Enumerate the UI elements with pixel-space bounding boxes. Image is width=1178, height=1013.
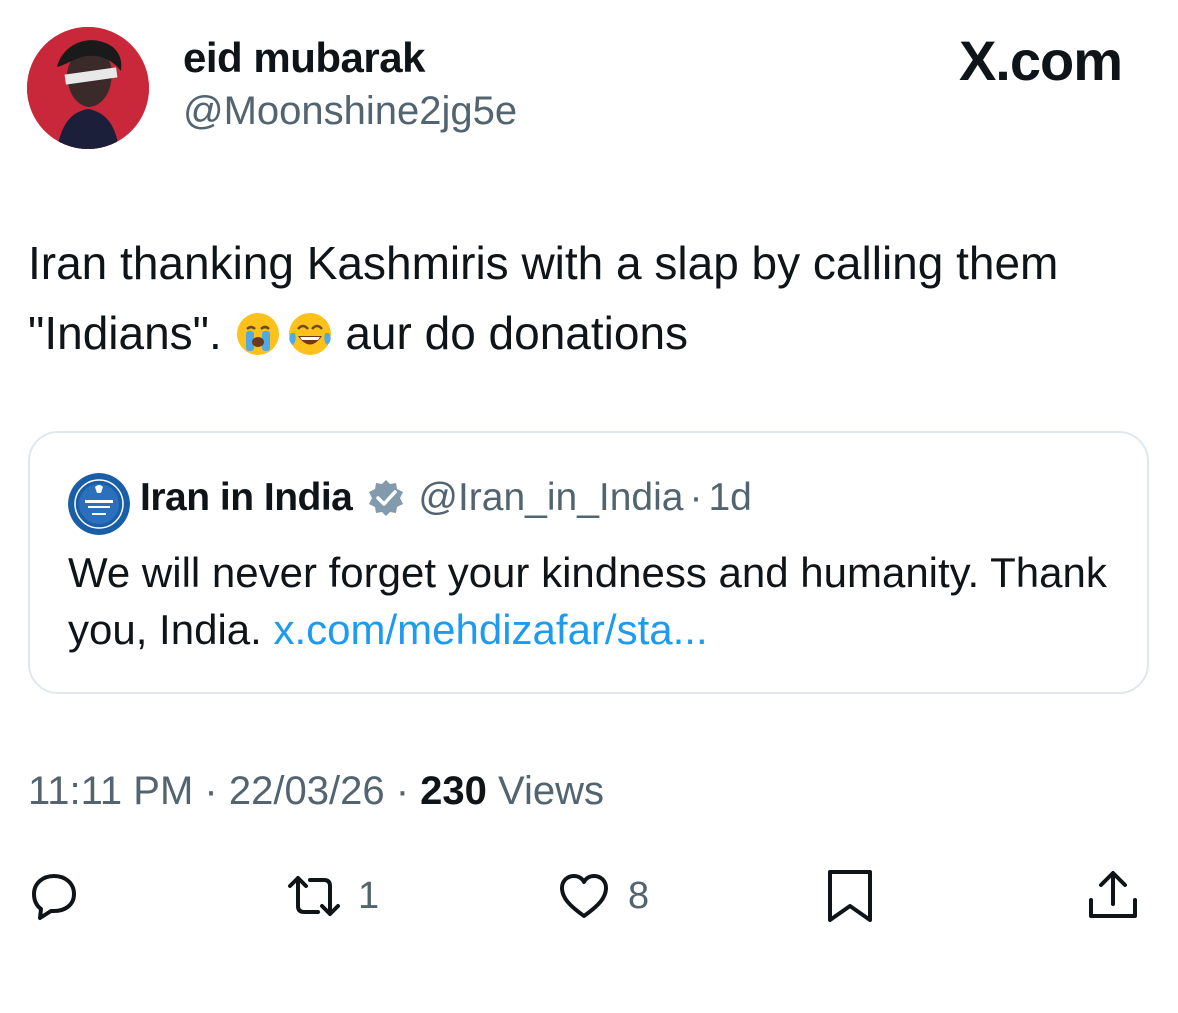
author-handle[interactable]: @Moonshine2jg5e [183,89,517,134]
views-label: Views [498,769,604,813]
quoted-link[interactable]: x.com/mehdizafar/sta... [273,606,707,653]
avatar-image [27,27,149,149]
retweet-icon [288,876,340,916]
author-avatar[interactable] [27,27,149,149]
quoted-tweet-header: Iran in India @Iran_in_India · 1d [140,476,752,520]
bookmark-button[interactable] [822,868,878,924]
quoted-author-avatar[interactable] [68,473,130,535]
bookmark-icon [828,870,872,922]
verified-badge-icon [366,478,406,518]
tweet-text-part2: aur do donations [332,307,689,359]
like-button[interactable]: 8 [556,868,649,924]
tweet-metadata: 11:11 PM · 22/03/26 · 230 Views [28,769,604,814]
meta-separator: · [395,769,410,813]
reply-button[interactable] [26,868,82,924]
tweet-text: Iran thanking Kashmiris with a slap by c… [28,228,1138,368]
tweet-date[interactable]: 22/03/26 [229,769,385,813]
face-with-tears-of-joy-icon [287,306,333,355]
views-count: 230 [420,769,487,813]
loudly-crying-face-icon [235,306,281,355]
quoted-display-name[interactable]: Iran in India [140,476,353,520]
share-button[interactable] [1085,868,1141,924]
retweet-button[interactable]: 1 [286,868,379,924]
quoted-separator: · [689,476,703,519]
meta-separator: · [204,769,218,813]
retweet-count: 1 [358,874,380,917]
brand-watermark: X.com [958,29,1123,92]
reply-icon [32,874,76,920]
like-count: 8 [628,874,650,917]
embassy-logo-icon [68,473,130,535]
quoted-age[interactable]: 1d [708,476,751,520]
author-display-name[interactable]: eid mubarak [183,34,425,82]
quoted-tweet-text: We will never forget your kindness and h… [68,544,1128,658]
tweet-time[interactable]: 11:11 PM [28,769,193,813]
heart-icon [560,874,608,918]
quoted-tweet-card[interactable]: Iran in India @Iran_in_India · 1d We wil… [28,431,1149,694]
quoted-handle[interactable]: @Iran_in_India [418,476,683,520]
share-icon [1089,871,1137,918]
